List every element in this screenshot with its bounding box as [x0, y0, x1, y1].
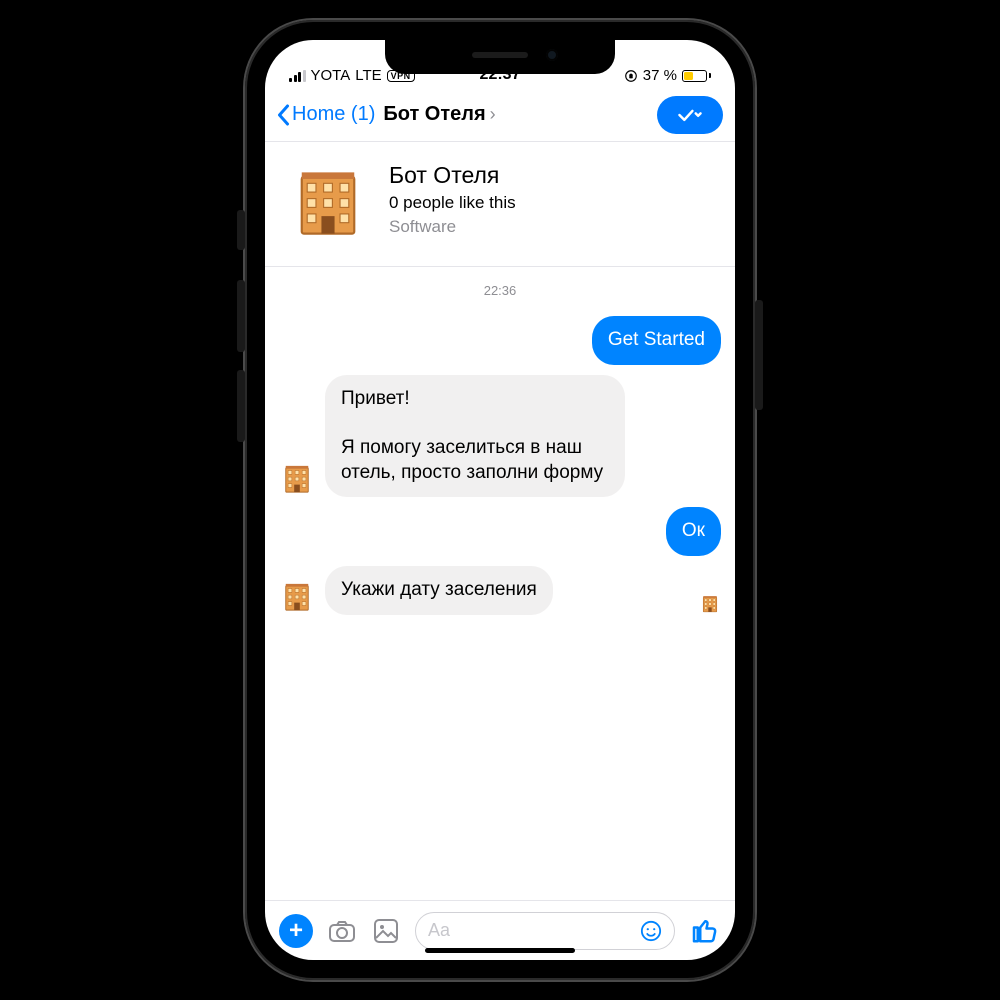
camera-button[interactable]: [327, 916, 357, 946]
back-button[interactable]: Home (1): [277, 103, 375, 126]
sender-avatar[interactable]: [279, 579, 315, 615]
chevron-left-icon: [277, 104, 290, 126]
plus-icon: +: [289, 919, 303, 943]
profile-header[interactable]: Бот Отеля 0 people like this Software: [265, 142, 735, 267]
notch: [385, 40, 615, 74]
message-row: Привет! Я помогу заселиться в наш отель,…: [279, 375, 721, 498]
like-button[interactable]: [689, 915, 721, 947]
rotation-lock-icon: [624, 69, 638, 83]
volume-up-button: [237, 280, 245, 352]
power-button: [755, 300, 763, 410]
back-label: Home (1): [292, 103, 375, 126]
thumbs-up-icon: [689, 915, 719, 945]
image-icon: [373, 918, 399, 944]
message-bubble-in[interactable]: Привет! Я помогу заселиться в наш отель,…: [325, 375, 625, 498]
profile-name: Бот Отеля: [389, 162, 516, 189]
chat-scroll[interactable]: 22:36 Get Started Привет! Я помогу засел…: [265, 267, 735, 900]
check-caret-icon: [677, 102, 703, 128]
read-receipt-avatar: [699, 593, 721, 615]
message-placeholder: Aa: [428, 920, 640, 941]
message-row: Ок: [279, 507, 721, 556]
message-bubble-in[interactable]: Укажи дату заселения: [325, 566, 553, 615]
screen: YOTA LTE VPN 22:37 37 %: [265, 40, 735, 960]
hotel-icon: [293, 168, 363, 238]
profile-likes: 0 people like this: [389, 193, 516, 213]
add-button[interactable]: +: [279, 914, 313, 948]
message-input[interactable]: Aa: [415, 912, 675, 950]
battery-percentage: 37 %: [643, 67, 677, 84]
battery-icon: [682, 70, 711, 82]
mute-switch: [237, 210, 245, 250]
camera-icon: [328, 919, 356, 943]
hotel-icon: [701, 595, 719, 613]
emoji-icon[interactable]: [640, 920, 662, 942]
gallery-button[interactable]: [371, 916, 401, 946]
message-bubble-out[interactable]: Ок: [666, 507, 721, 556]
avatar: [285, 160, 371, 246]
chat-timestamp: 22:36: [279, 283, 721, 298]
message-row: Укажи дату заселения: [279, 566, 721, 615]
carrier-label: YOTA: [311, 67, 351, 84]
phone-frame: YOTA LTE VPN 22:37 37 %: [245, 20, 755, 980]
network-label: LTE: [355, 67, 381, 84]
hotel-icon: [282, 464, 312, 494]
volume-down-button: [237, 370, 245, 442]
home-indicator[interactable]: [425, 948, 575, 953]
profile-category: Software: [389, 217, 516, 237]
message-row: Get Started: [279, 316, 721, 365]
chat-title-button[interactable]: Бот Отеля ›: [383, 103, 495, 126]
signal-icon: [289, 70, 306, 82]
hotel-icon: [282, 582, 312, 612]
confirm-button[interactable]: [657, 96, 723, 134]
message-bubble-out[interactable]: Get Started: [592, 316, 721, 365]
chat-title: Бот Отеля: [383, 103, 485, 126]
sender-avatar[interactable]: [279, 461, 315, 497]
chevron-right-icon: ›: [490, 104, 496, 125]
nav-header: Home (1) Бот Отеля ›: [265, 88, 735, 142]
